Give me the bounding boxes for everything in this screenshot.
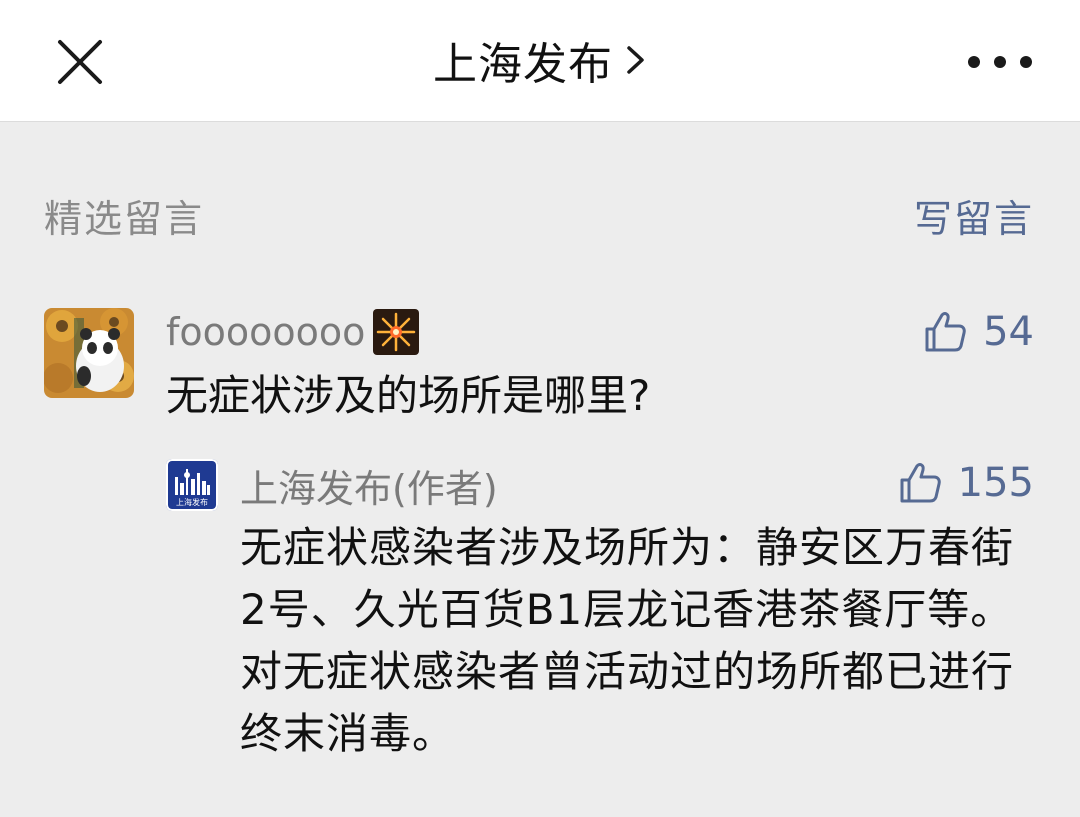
avatar-label: 上海发布 — [176, 497, 208, 507]
comments-header: 精选留言 写留言 — [44, 185, 1034, 245]
firework-icon — [373, 309, 420, 355]
section-title: 精选留言 — [44, 196, 205, 241]
reply-like-button[interactable]: 155 — [896, 459, 1034, 507]
reply-text: 无症状感染者涉及场所为：静安区万春街2号、久光百货B1层龙记香港茶餐厅等。对无症… — [240, 523, 1015, 758]
comment-username: foooooooo — [166, 310, 366, 354]
page-title: 上海发布 — [433, 39, 613, 90]
comment-text: 无症状涉及的场所是哪里? — [166, 371, 651, 420]
author-avatar[interactable]: 上海发布 — [166, 459, 218, 511]
comment-like-count: 54 — [983, 309, 1034, 355]
account-title-button[interactable]: 上海发布 — [0, 30, 1080, 90]
thumbs-up-icon — [925, 312, 966, 352]
comment-author: foooooooo — [166, 308, 420, 356]
reply-author: 上海发布(作者) — [240, 466, 498, 511]
more-horizontal-icon — [968, 56, 980, 68]
avatar[interactable] — [44, 308, 134, 398]
comment-like-button[interactable]: 54 — [921, 308, 1034, 356]
write-comment-link[interactable]: 写留言 — [914, 188, 1034, 243]
reply-like-count: 155 — [957, 460, 1034, 506]
more-button[interactable] — [968, 40, 1032, 84]
chevron-right-icon — [627, 46, 644, 74]
thumbs-up-icon — [900, 463, 941, 503]
nav-bar: 上海发布 — [0, 0, 1080, 122]
